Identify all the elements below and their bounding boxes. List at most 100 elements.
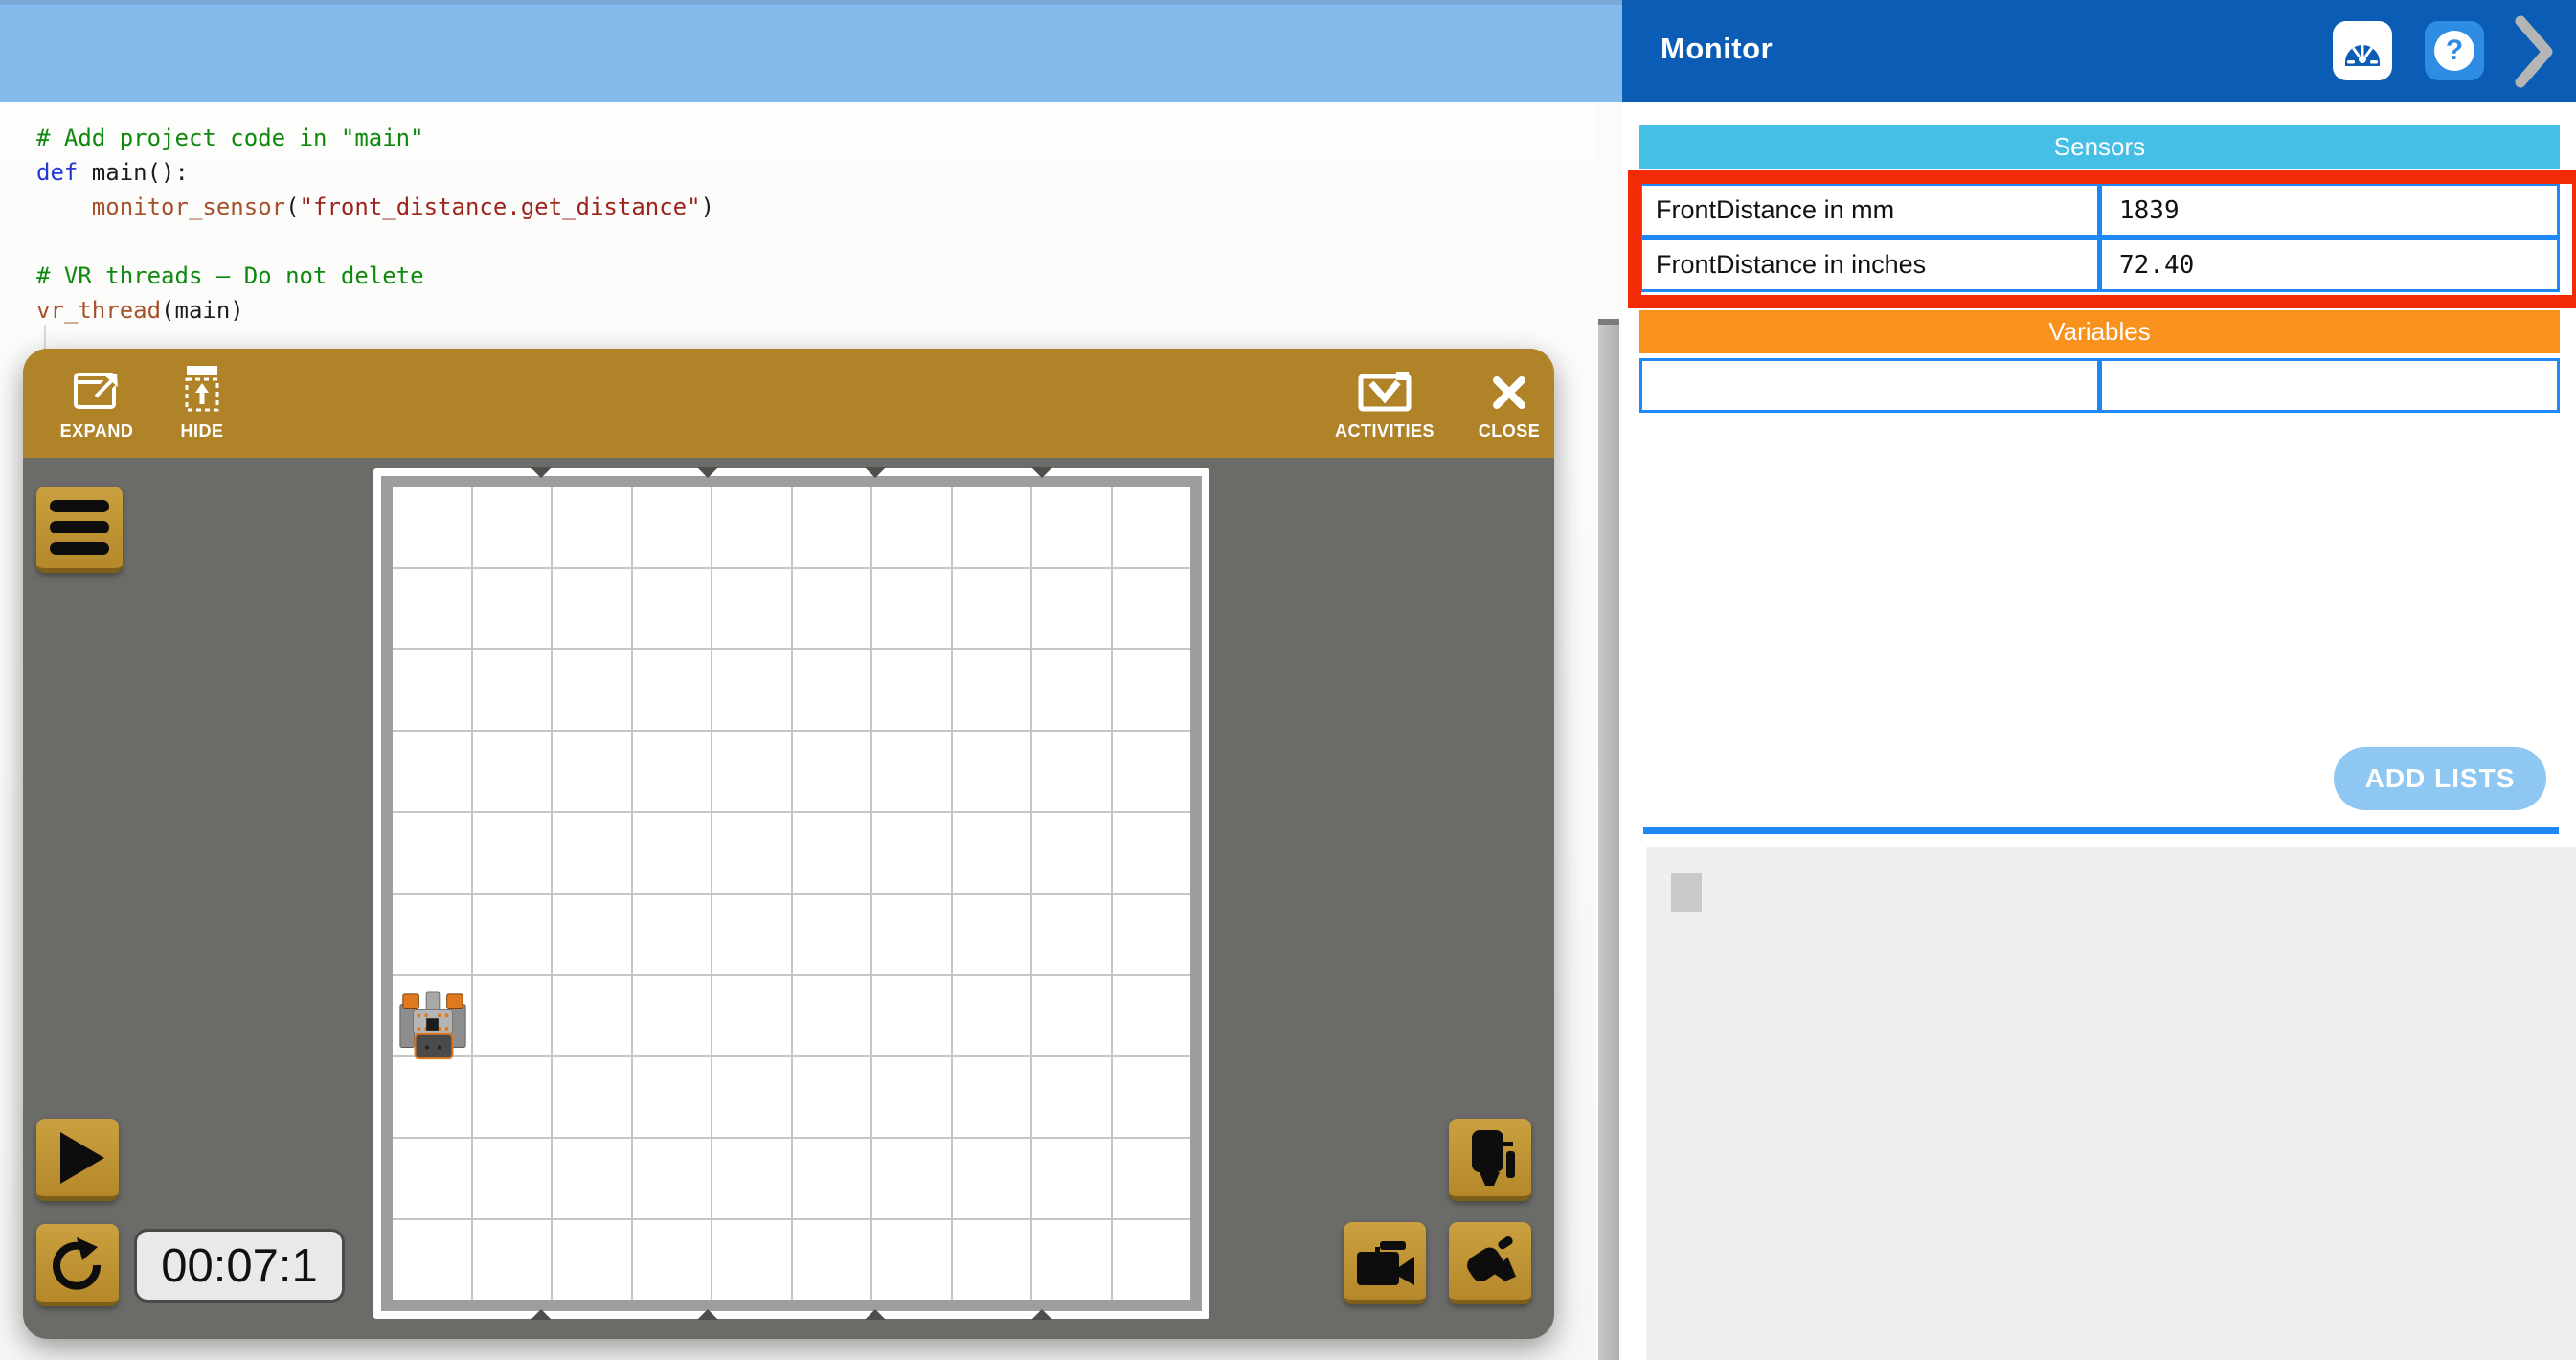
field-cell: [793, 650, 871, 730]
field-cell: [1113, 650, 1191, 730]
field-cell: [1113, 487, 1191, 567]
field-cell: [553, 569, 631, 648]
code-line: # Add project code in "main": [36, 121, 714, 155]
field-cell: [393, 569, 471, 648]
console-cursor-chip: [1671, 873, 1702, 912]
field-cell: [1113, 569, 1191, 648]
field-cell: [953, 976, 1031, 1055]
field-cell: [953, 732, 1031, 811]
editor-top-bar: [0, 0, 1622, 102]
field-cell: [473, 732, 552, 811]
gauge-icon: [2342, 33, 2383, 69]
add-lists-button[interactable]: ADD LISTS: [2334, 747, 2546, 810]
field-cell: [712, 487, 791, 567]
editor-scrollbar[interactable]: [1595, 102, 1622, 1360]
field-cell: [953, 1057, 1031, 1137]
play-button[interactable]: [36, 1119, 119, 1201]
camera-angled-view-button[interactable]: [1449, 1222, 1531, 1304]
code-line: # VR threads — Do not delete: [36, 259, 714, 293]
field-wall-notch: [531, 1309, 552, 1320]
activities-label: ACTIVITIES: [1318, 421, 1452, 442]
field-cell: [1113, 732, 1191, 811]
code-line: monitor_sensor("front_distance.get_dista…: [36, 190, 714, 224]
close-x-icon: [1461, 362, 1557, 412]
camera-front-view-button[interactable]: [1344, 1222, 1426, 1304]
field-cell: [1113, 1220, 1191, 1300]
field-cell: [473, 895, 552, 974]
field-cell: [1032, 976, 1111, 1055]
field-wall-notch: [1031, 467, 1052, 478]
hide-label: HIDE: [159, 421, 245, 442]
sensor-label: FrontDistance in mm: [1642, 186, 2102, 235]
playground-toolbar: EXPAND HIDE: [23, 349, 1554, 458]
field-cell: [793, 1220, 871, 1300]
monitor-help-button[interactable]: ?: [2425, 21, 2484, 80]
expand-button[interactable]: EXPAND: [44, 362, 149, 442]
playground-window: EXPAND HIDE: [23, 349, 1554, 1339]
field-wall-notch: [697, 1309, 718, 1320]
playground-menu-button[interactable]: [36, 487, 123, 573]
field-cell: [553, 1220, 631, 1300]
hide-button[interactable]: HIDE: [159, 362, 245, 442]
field-cell: [712, 895, 791, 974]
field-cell: [393, 813, 471, 893]
field-cell: [872, 813, 951, 893]
camera-top-view-icon: [1459, 1127, 1521, 1189]
camera-top-view-button[interactable]: [1449, 1119, 1531, 1201]
field-cell: [872, 487, 951, 567]
collapse-panel-chevron-icon[interactable]: [2511, 13, 2557, 90]
field-cell: [1032, 1139, 1111, 1218]
monitor-gauge-button[interactable]: [2333, 21, 2392, 80]
field-cell: [793, 895, 871, 974]
field-cell: [553, 1057, 631, 1137]
sensor-value: 1839: [2102, 186, 2557, 235]
hide-window-icon: [159, 362, 245, 412]
field-cell: [872, 1139, 951, 1218]
field-cell: [633, 1139, 712, 1218]
field-cell: [712, 732, 791, 811]
field-wall-notch: [531, 467, 552, 478]
reset-button[interactable]: [36, 1224, 119, 1306]
playground-field: [373, 468, 1209, 1319]
field-cell: [953, 1220, 1031, 1300]
field-cell: [633, 650, 712, 730]
field-cell: [1113, 895, 1191, 974]
close-label: CLOSE: [1461, 421, 1557, 442]
field-cell: [1113, 813, 1191, 893]
monitor-panel: Monitor ?: [1622, 0, 2576, 1360]
field-cell: [1113, 1139, 1191, 1218]
field-cell: [872, 1220, 951, 1300]
monitor-header: Monitor ?: [1622, 0, 2576, 102]
camera-angled-view-icon: [1459, 1231, 1521, 1292]
field-cell: [633, 976, 712, 1055]
field-cell: [393, 732, 471, 811]
field-cell: [393, 1220, 471, 1300]
field-cell: [872, 650, 951, 730]
field-wall-notch: [865, 467, 886, 478]
field-wall-notch: [1031, 1309, 1052, 1320]
activities-button[interactable]: ACTIVITIES: [1318, 362, 1452, 442]
field-cell: [793, 487, 871, 567]
field-cell: [633, 487, 712, 567]
field-cell: [1032, 813, 1111, 893]
field-cell: [1032, 1220, 1111, 1300]
field-cell: [553, 1139, 631, 1218]
sensors-section-header: Sensors: [1639, 125, 2560, 169]
activities-icon: [1318, 362, 1452, 412]
vexcode-vr-app: # Add project code in "main"def main(): …: [0, 0, 2576, 1360]
sensor-row: FrontDistance in mm 1839: [1639, 183, 2560, 238]
field-cell: [953, 487, 1031, 567]
field-cell: [1032, 895, 1111, 974]
field-cell: [553, 895, 631, 974]
editor-scrollbar-thumb[interactable]: [1598, 319, 1619, 1360]
field-cell: [553, 650, 631, 730]
variable-row: [1639, 358, 2560, 413]
field-cell: [712, 1057, 791, 1137]
variables-table: [1639, 358, 2560, 413]
close-button[interactable]: CLOSE: [1461, 362, 1557, 442]
play-icon: [60, 1132, 104, 1184]
field-cell: [1113, 1057, 1191, 1137]
sensor-label: FrontDistance in inches: [1642, 240, 2102, 289]
field-cell: [473, 1220, 552, 1300]
field-cell: [712, 813, 791, 893]
